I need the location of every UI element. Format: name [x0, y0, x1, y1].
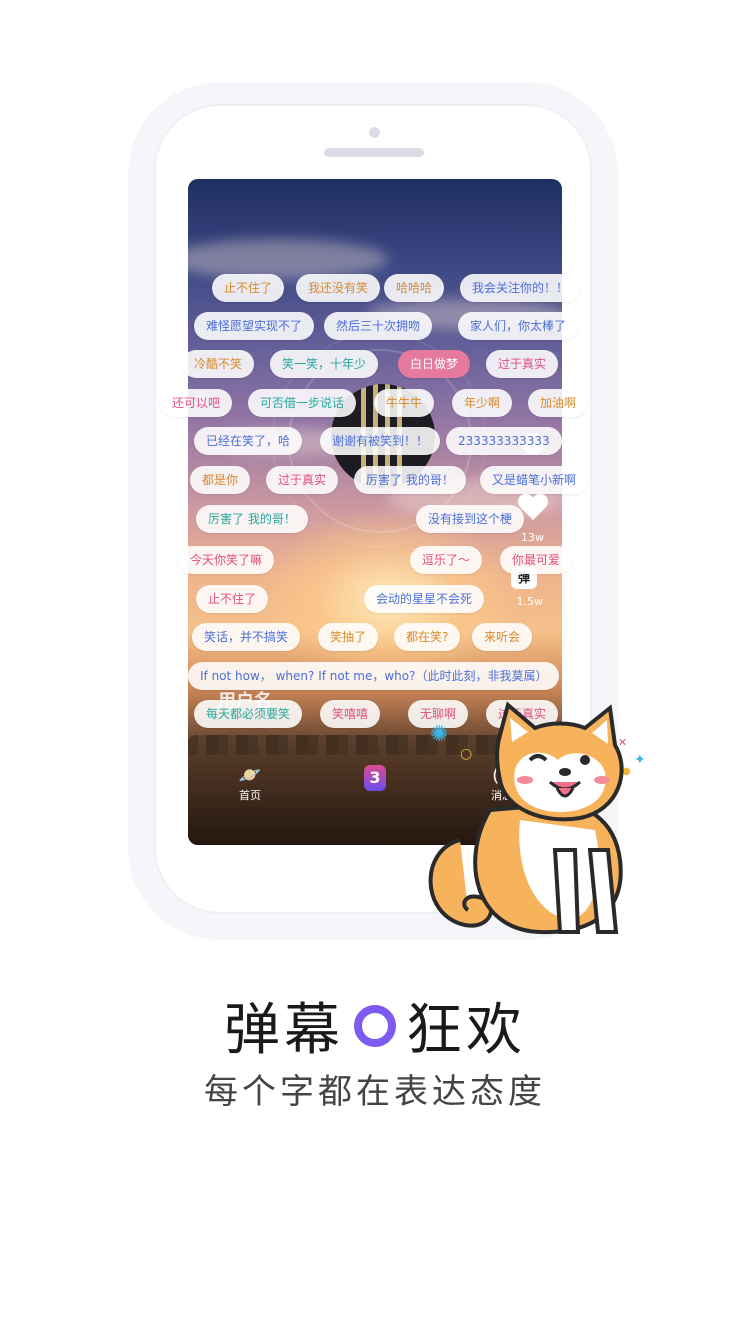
danmaku-bubble[interactable]: 过于真实	[486, 350, 559, 378]
danmaku-bubble[interactable]: 加油啊	[528, 389, 589, 417]
danmaku-bubble[interactable]: 家人们，你太棒了	[458, 312, 579, 340]
danmaku-bubble[interactable]: 过于真实	[266, 466, 339, 494]
danmaku-bubble[interactable]: 又是蜡笔小新啊	[480, 466, 589, 494]
danmaku-bubble[interactable]: 年少啊	[452, 389, 513, 417]
danmaku-bubble[interactable]: 今天你笑了嘛	[178, 546, 275, 574]
danmaku-bubble[interactable]: 没有接到这个梗	[416, 505, 525, 533]
danmaku-bubble[interactable]: 然后三十次拥吻	[324, 312, 433, 340]
danmaku-bubble[interactable]: 你最可爱	[500, 546, 573, 574]
danmaku-bubble[interactable]: 笑抽了	[318, 623, 379, 651]
danmaku-bubble[interactable]: 我还没有笑	[296, 274, 381, 302]
danmaku-bubble[interactable]: 逗乐了～	[410, 546, 483, 574]
danmaku-bubble[interactable]: 还可以吧	[160, 389, 233, 417]
danmaku-bubble[interactable]: 笑一笑，十年少	[270, 350, 379, 378]
danmaku-bubble[interactable]: 可否借一步说话	[248, 389, 357, 417]
danmaku-bubble[interactable]: 厉害了 我的哥！	[354, 466, 466, 494]
danmaku-bubble[interactable]: 已经在笑了，哈	[194, 427, 303, 455]
subline: 每个字都在表达态度	[204, 1072, 546, 1112]
danmaku-bubble[interactable]: 止不住了	[212, 274, 285, 302]
headline-left: 弹幕	[224, 998, 344, 1063]
danmaku-bubble[interactable]: 笑话，并不搞笑	[192, 623, 301, 651]
danmaku-bubble[interactable]: 谢谢有被笑到！！	[320, 427, 441, 455]
danmaku-layer: 止不住了 我还没有笑 哈哈哈 我会关注你的！！ 难怪愿望实现不了 然后三十次拥吻…	[0, 0, 750, 1334]
ring-icon	[354, 1004, 396, 1047]
danmaku-bubble[interactable]: 哈哈哈	[384, 274, 445, 302]
danmaku-bubble[interactable]: 来听会	[472, 623, 533, 651]
danmaku-bubble[interactable]: 会动的星星不会死	[364, 585, 485, 613]
danmaku-bubble[interactable]: 都在笑?	[394, 623, 461, 651]
danmaku-bubble[interactable]: 厉害了 我的哥！	[196, 505, 308, 533]
headline-right: 狂欢	[406, 998, 526, 1063]
headline: 弹幕 狂欢	[0, 985, 750, 1063]
danmaku-bubble[interactable]: 233333333333	[446, 427, 562, 455]
danmaku-bubble[interactable]: 白日做梦	[398, 350, 471, 378]
danmaku-bubble[interactable]: If not how， when? If not me，who?（此时此刻，非我…	[188, 662, 560, 690]
shiba-dog-illustration	[428, 701, 624, 935]
danmaku-bubble[interactable]: 都是你	[190, 466, 251, 494]
danmaku-bubble[interactable]: 牛牛牛	[374, 389, 435, 417]
danmaku-bubble[interactable]: 笑嘻嘻	[320, 700, 381, 728]
danmaku-bubble[interactable]: 我会关注你的！！	[460, 274, 581, 302]
danmaku-bubble[interactable]: 每天都必须要笑	[194, 700, 303, 728]
danmaku-bubble[interactable]: 冷酷不笑	[182, 350, 255, 378]
danmaku-bubble[interactable]: 止不住了	[196, 585, 269, 613]
danmaku-bubble[interactable]: 难怪愿望实现不了	[194, 312, 315, 340]
